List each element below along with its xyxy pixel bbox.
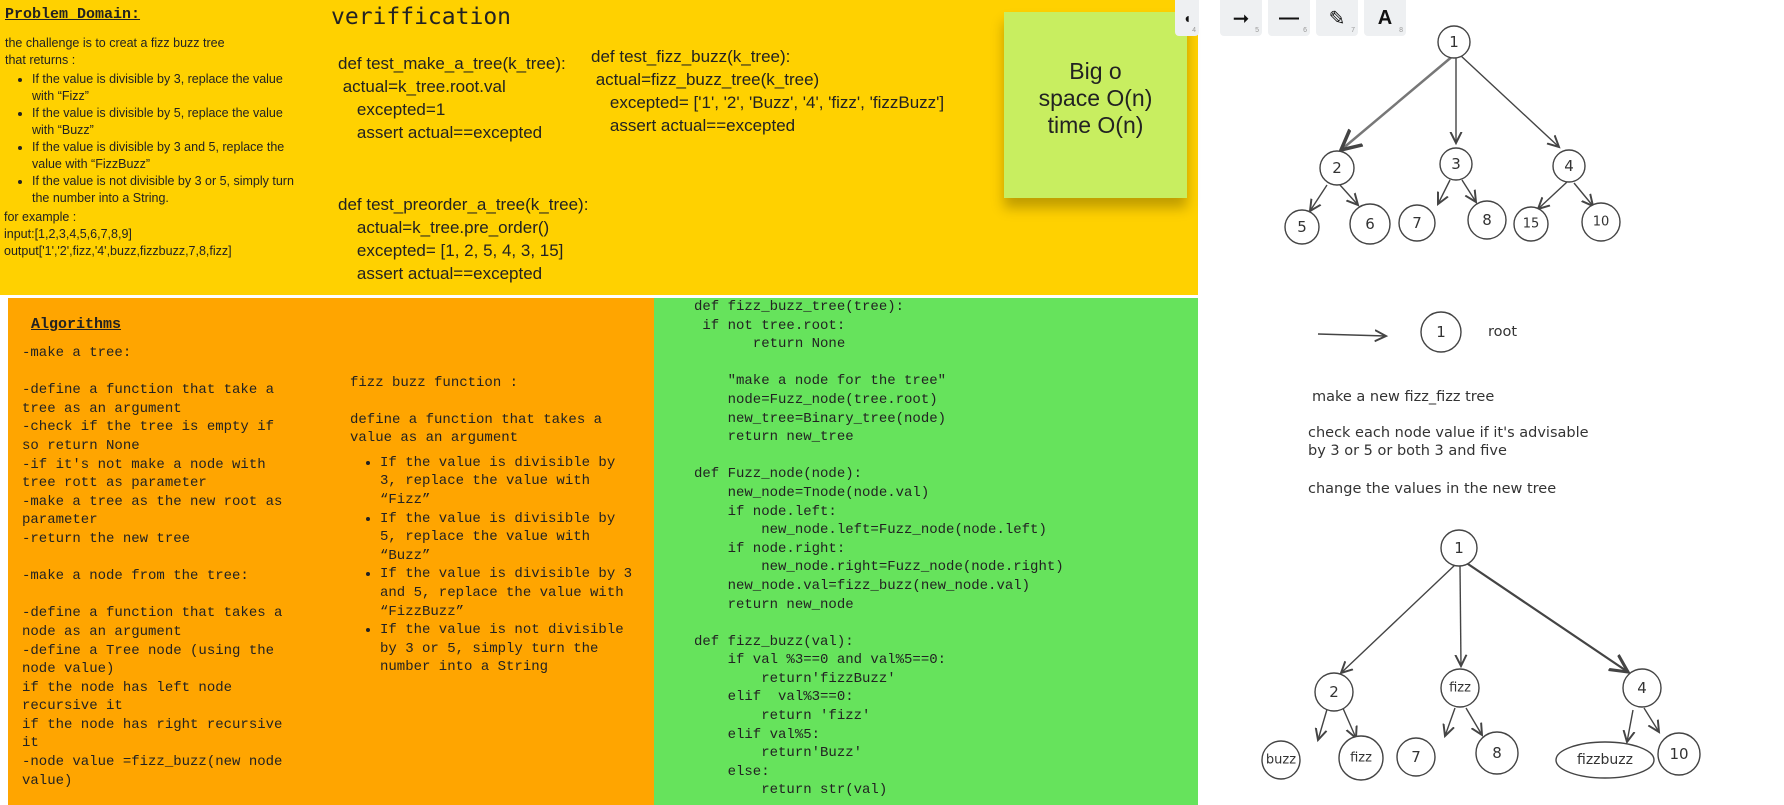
algorithms-title: Algorithms [31,316,122,333]
fizz-rule: If the value is divisible by 3, replace … [380,454,640,510]
tree2-label: fizz [1449,681,1471,696]
tree2-label: buzz [1266,753,1296,768]
problem-rule: If the value is divisible by 3, replace … [32,71,295,105]
tree2-label: 1 [1454,539,1464,557]
diagram-note: make a new fizz_fizz tree [1312,389,1494,405]
tree1-label: 4 [1564,157,1574,175]
fizz-rule: If the value is divisible by 5, replace … [380,510,640,566]
fizz-buzz-function-title: fizz buzz function : [350,375,519,391]
tree1-label: 10 [1593,215,1610,230]
diagram-note: check each node value if it's advisable [1308,425,1589,441]
tree1-label: 15 [1523,217,1540,232]
tree1-label: 8 [1482,211,1492,229]
code-panel: def fizz_buzz_tree(tree): if not tree.ro… [654,298,1198,805]
fizz-buzz-code: def fizz_buzz_tree(tree): if not tree.ro… [694,299,1064,799]
tree2-label: 10 [1669,745,1688,763]
diagram-note: by 3 or 5 or both 3 and five [1308,443,1507,459]
tree1-label: 7 [1412,214,1422,232]
big-o-sticky-note[interactable]: Big o space O(n) time O(n) [1004,12,1187,198]
problem-rules-list: If the value is divisible by 3, replace … [5,71,295,207]
problem-rule: If the value is divisible by 5, replace … [32,105,295,139]
test-fizz-buzz: def test_fizz_buzz(k_tree): actual=fizz_… [591,47,945,135]
test-preorder-a-tree: def test_preorder_a_tree(k_tree): actual… [338,195,589,283]
tree2-label: fizz [1350,751,1372,766]
algorithms-panel: Algorithms -make a tree: -define a funct… [8,298,654,805]
tree1-label: 5 [1297,218,1307,236]
problem-domain-panel: Problem Domain: the challenge is to crea… [0,0,295,295]
problem-rule: If the value is not divisible by 3 or 5,… [32,173,295,207]
legend-node-label: 1 [1436,323,1446,341]
fizz-buzz-function-notes: fizz buzz function : define a function t… [350,374,640,677]
eraser-tool-button[interactable]: ◖ 4 [1175,0,1199,36]
tree2-label: fizzbuzz [1577,752,1633,768]
example-label: for example : [4,210,77,224]
sticky-line-3: time O(n) [1047,112,1144,138]
tree2-label: 8 [1492,744,1502,762]
tree-diagram: 1 2 3 4 5 6 7 8 15 10 1 1 2 fizz 4 buzz … [1261,25,1701,781]
verification-title: veriffication [331,4,512,30]
tree1-label: 1 [1449,33,1459,51]
diagram-note: change the values in the new tree [1308,481,1556,497]
test-make-a-tree: def test_make_a_tree(k_tree): actual=k_t… [338,54,566,142]
algorithm-steps: -make a tree: -define a function that ta… [22,345,283,789]
sticky-line-1: Big o [1069,58,1122,84]
tree2-label: 7 [1411,748,1421,766]
problem-intro-line-2: that returns : [5,53,76,67]
fizz-buzz-function-desc: define a function that takes a value as … [350,411,603,447]
tree1-label: 2 [1332,159,1342,177]
fizz-rule: If the value is divisible by 3 and 5, re… [380,565,640,621]
tree1-label: 3 [1451,155,1461,173]
tree1-label: 6 [1365,215,1375,233]
sticky-line-2: space O(n) [1038,85,1153,111]
tree2-label: 4 [1637,679,1647,697]
legend-root-label: root [1488,324,1517,340]
eraser-icon: ◖ [1182,10,1192,26]
fizz-rules-list: If the value is divisible by 3, replace … [350,454,640,677]
problem-rule: If the value is divisible by 3 and 5, re… [32,139,295,173]
tree2-label: 2 [1329,683,1339,701]
example-input: input:[1,2,3,4,5,6,7,8,9] [4,227,132,241]
fizz-rule: If the value is not divisible by 3 or 5,… [380,621,640,677]
example-output: output['1','2',fizz,'4',buzz,fizzbuzz,7,… [4,244,232,258]
problem-intro-line-1: the challenge is to creat a fizz buzz tr… [5,36,225,50]
problem-domain-title: Problem Domain: [5,6,141,23]
